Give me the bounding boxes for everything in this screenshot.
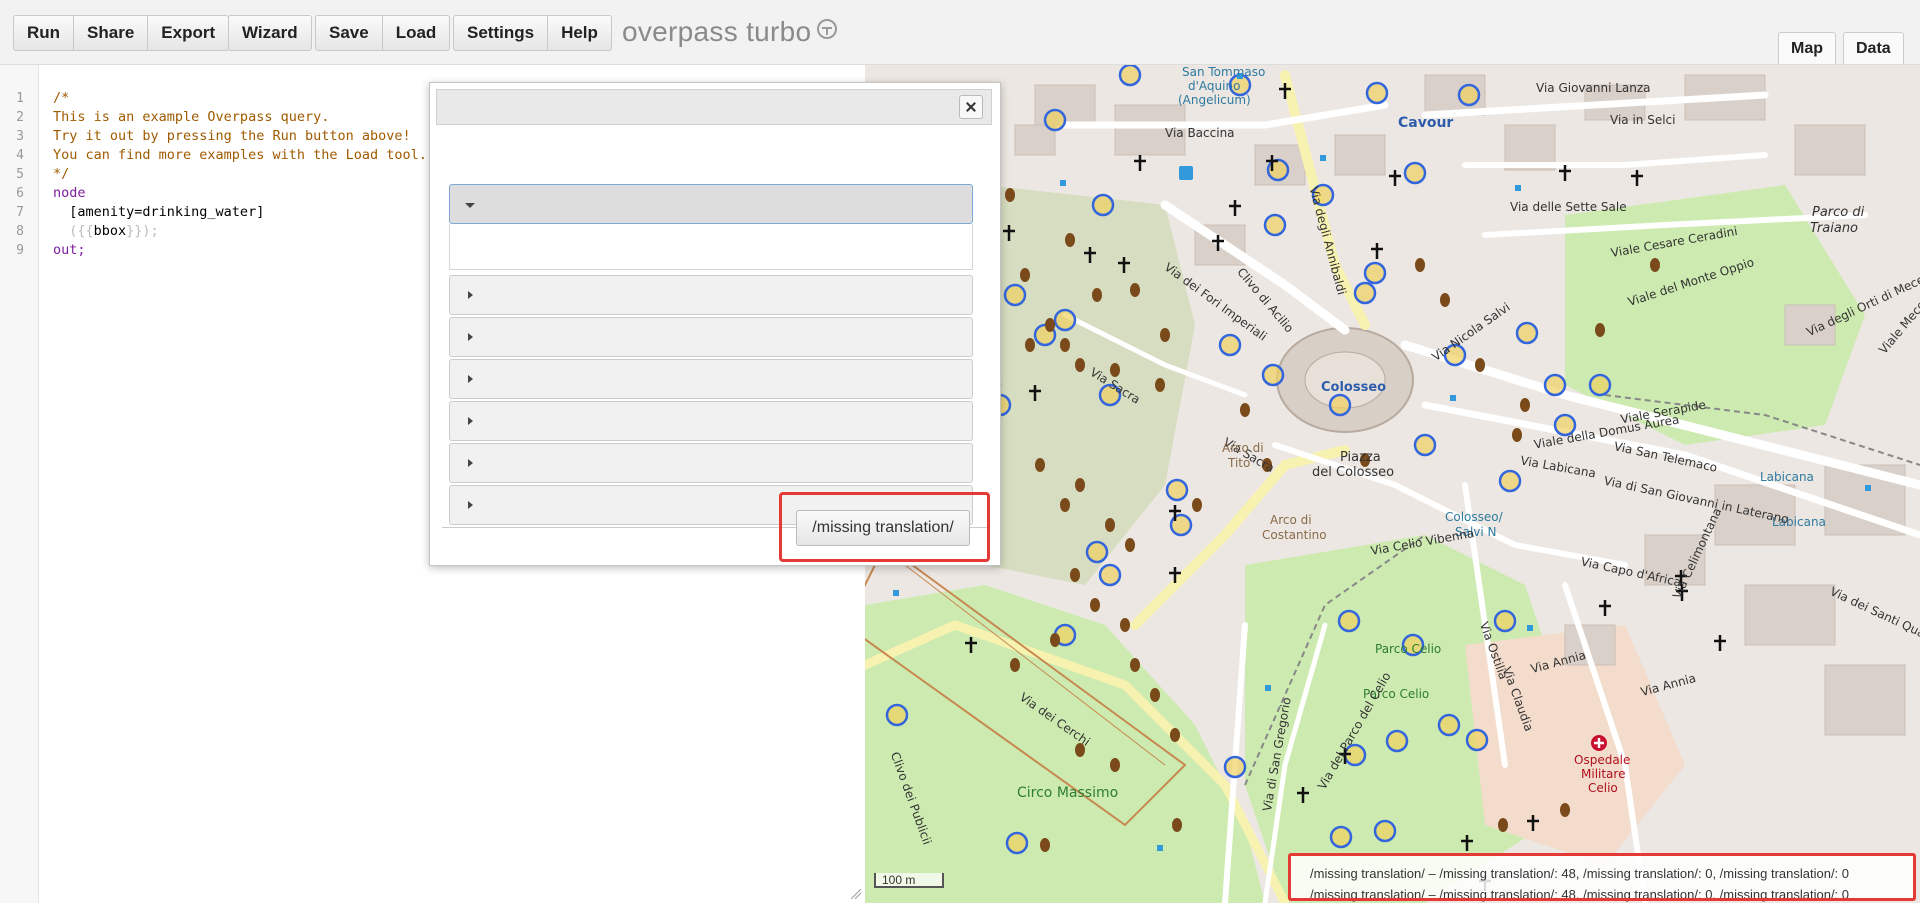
stats-highlight-box [1288, 853, 1916, 901]
map-label: Labicana [1760, 470, 1814, 484]
code-line-1: /* [53, 90, 70, 106]
map-label: del Colosseo [1312, 465, 1395, 480]
close-icon[interactable] [959, 95, 983, 119]
line-number: 2 [16, 110, 24, 125]
dialog-accordion [442, 133, 988, 528]
accordion-section-5[interactable] [449, 401, 973, 441]
save-load-group: Save Load [315, 15, 451, 51]
export-button[interactable]: Export [147, 16, 228, 50]
map-label: Celio [1588, 781, 1618, 795]
code-brace-open: ({{ [53, 223, 94, 239]
brand-title: overpass turbo [622, 16, 838, 48]
accordion-section-6[interactable] [449, 443, 973, 483]
dialog-header [436, 89, 992, 125]
code-line-5: */ [53, 166, 70, 182]
code-bbox: bbox [93, 223, 127, 239]
load-button[interactable]: Load [381, 16, 450, 50]
map-label: Arco di [1222, 441, 1264, 455]
map-view[interactable]: San Tommaso d'Aquino (Angelicum) Via Bac… [865, 65, 1920, 903]
map-label: Circo Massimo [1017, 785, 1119, 801]
map-label: Tito [1228, 456, 1251, 470]
map-label: Via Giovanni Lanza [1536, 81, 1651, 95]
settings-button[interactable]: Settings [454, 16, 547, 50]
map-label: Parco di [1812, 205, 1865, 220]
export-dialog: /missing translation/ [429, 82, 1001, 566]
dialog-action-button[interactable]: /missing translation/ [796, 510, 970, 546]
code-line-7: [amenity=drinking_water] [53, 204, 265, 220]
map-label: (Angelicum) [1178, 93, 1251, 107]
wizard-button[interactable]: Wizard [229, 16, 311, 50]
accordion-section-1[interactable] [449, 184, 973, 224]
line-number: 4 [16, 148, 24, 163]
map-label: Via Baccina [1165, 126, 1235, 140]
line-number-gutter: 1 2 3 4 5 6 7 8 9 [0, 65, 39, 903]
line-number: 6 [16, 186, 24, 201]
tab-data[interactable]: Data [1843, 32, 1904, 64]
chevron-right-icon [468, 375, 473, 383]
map-label: Costantino [1262, 528, 1327, 542]
toolbar: Run Share Export Wizard Save Load Settin… [0, 0, 1920, 65]
map-label: Ospedale [1574, 753, 1631, 767]
tab-map[interactable]: Map [1778, 32, 1836, 64]
code-brace-close: }}); [126, 223, 159, 239]
wizard-group: Wizard [228, 15, 312, 51]
code-line-6: node [53, 185, 86, 201]
map-label: Parco Celio [1375, 642, 1442, 656]
share-button[interactable]: Share [73, 16, 147, 50]
map-label: Via delle Sette Sale [1510, 200, 1627, 214]
accordion-section-2[interactable] [449, 275, 973, 315]
map-label: San Tommaso [1182, 65, 1266, 79]
line-number: 1 [16, 91, 24, 106]
chevron-right-icon [468, 459, 473, 467]
line-number: 3 [16, 129, 24, 144]
help-button[interactable]: Help [547, 16, 611, 50]
line-number: 5 [16, 167, 24, 182]
map-scale: 100 m [874, 873, 944, 888]
map-label: Arco di [1270, 513, 1312, 527]
line-number: 8 [16, 224, 24, 239]
settings-help-group: Settings Help [453, 15, 612, 51]
chevron-right-icon [468, 417, 473, 425]
map-label: Colosseo [1321, 380, 1387, 395]
line-number: 9 [16, 243, 24, 258]
accordion-panel [449, 224, 973, 270]
accordion-section-4[interactable] [449, 359, 973, 399]
code-line-9: out; [53, 242, 86, 258]
chevron-right-icon [468, 291, 473, 299]
chevron-right-icon [468, 501, 473, 509]
map-tiles [865, 65, 1920, 903]
map-label: Via in Selci [1610, 113, 1676, 127]
code-line-3: Try it out by pressing the Run button ab… [53, 128, 411, 144]
run-share-export-group: Run Share Export [13, 15, 230, 51]
code-line-4: You can find more examples with the Load… [53, 147, 427, 163]
resize-handle-icon[interactable] [851, 889, 861, 899]
code-line-2: This is an example Overpass query. [53, 109, 330, 125]
code-line-8: ({{bbox}}); [53, 223, 159, 239]
accordion-section-3[interactable] [449, 317, 973, 357]
map-label: Piazza [1340, 450, 1381, 465]
metro-icon [1179, 166, 1193, 180]
line-number: 7 [16, 205, 24, 220]
brand-text: overpass turbo [622, 16, 812, 47]
map-label: Colosseo/ [1445, 510, 1503, 524]
map-label: Traiano [1810, 221, 1859, 236]
map-label: d'Aquino [1188, 79, 1241, 93]
chevron-down-icon [465, 203, 475, 208]
map-label: Cavour [1398, 115, 1454, 131]
steering-wheel-icon [817, 19, 838, 39]
run-button[interactable]: Run [14, 16, 73, 50]
map-label: Militare [1581, 767, 1626, 781]
chevron-right-icon [468, 333, 473, 341]
save-button[interactable]: Save [316, 16, 382, 50]
